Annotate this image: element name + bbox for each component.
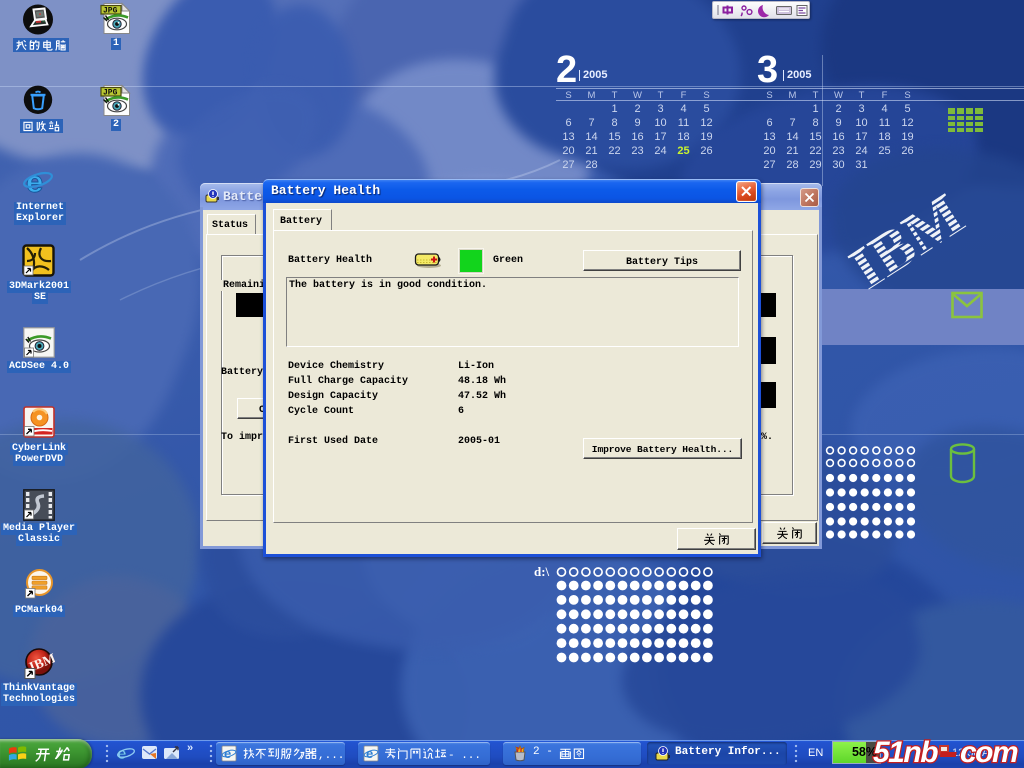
- svg-text:e: e: [224, 746, 231, 761]
- svg-text:51nb: 51nb: [873, 737, 938, 768]
- svg-text:e: e: [366, 746, 373, 761]
- svg-text:,...: ,...: [318, 750, 342, 761]
- svg-text:JPG: JPG: [103, 89, 118, 98]
- svg-text:- ...: - ...: [448, 750, 481, 761]
- svg-text:IBM: IBM: [838, 181, 975, 302]
- svg-text:com: com: [960, 737, 1018, 768]
- svg-text:JPG: JPG: [103, 7, 118, 16]
- svg-text:e: e: [26, 164, 43, 198]
